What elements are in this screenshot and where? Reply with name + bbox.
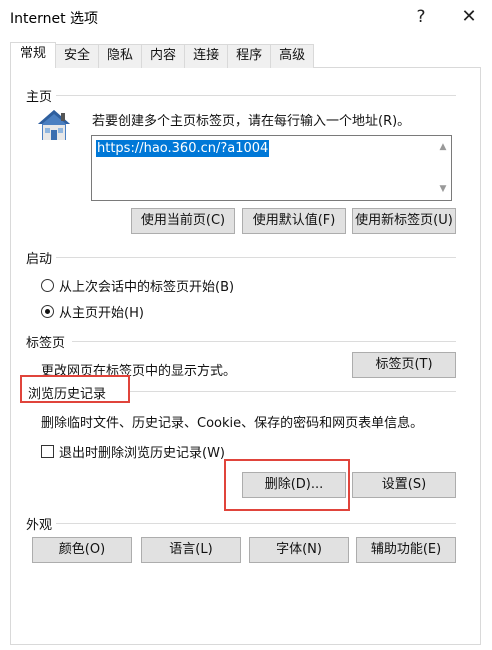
tab-privacy[interactable]: 隐私	[98, 44, 143, 68]
home-description: 若要创建多个主页标签页，请在每行输入一个地址(R)。	[92, 114, 411, 129]
tabs-separator	[72, 341, 456, 342]
window-title: Internet 选项	[10, 11, 99, 27]
use-default-button[interactable]: 使用默认值(F)	[242, 208, 346, 234]
home-separator	[56, 95, 456, 96]
use-new-tab-button[interactable]: 使用新标签页(U)	[352, 208, 456, 234]
history-separator	[128, 391, 456, 392]
tabs-settings-button[interactable]: 标签页(T)	[352, 352, 456, 378]
radio-last-session-label: 从上次会话中的标签页开始(B)	[59, 280, 235, 295]
accessibility-button[interactable]: 辅助功能(E)	[356, 537, 456, 563]
colors-button[interactable]: 颜色(O)	[32, 537, 132, 563]
home-section-label: 主页	[26, 90, 53, 105]
fonts-button[interactable]: 字体(N)	[249, 537, 349, 563]
tab-general[interactable]: 常规	[10, 42, 57, 68]
appearance-separator	[56, 523, 456, 524]
delete-on-exit-checkbox[interactable]	[41, 445, 54, 458]
tab-security[interactable]: 安全	[55, 44, 100, 68]
history-highlight-box	[20, 375, 130, 403]
history-settings-button[interactable]: 设置(S)	[352, 472, 456, 498]
radio-last-session[interactable]	[41, 279, 54, 292]
tab-connections[interactable]: 连接	[184, 44, 229, 68]
tabs-section-label: 标签页	[26, 336, 66, 351]
history-description: 删除临时文件、历史记录、Cookie、保存的密码和网页表单信息。	[41, 416, 424, 431]
help-icon[interactable]: ?	[406, 4, 436, 30]
delete-on-exit-label: 退出时删除浏览历史记录(W)	[59, 446, 225, 461]
title-bar: Internet 选项 ? ✕	[0, 0, 492, 34]
appearance-section-label: 外观	[26, 518, 53, 533]
tab-strip: 常规 安全 隐私 内容 连接 程序 高级	[10, 42, 315, 68]
scroll-down-icon[interactable]: ▼	[438, 184, 448, 194]
radio-start-home[interactable]	[41, 305, 54, 318]
tab-advanced[interactable]: 高级	[270, 44, 315, 68]
radio-start-home-label: 从主页开始(H)	[59, 306, 144, 321]
house-icon	[38, 110, 70, 140]
home-url-value: https://hao.360.cn/?a1004	[96, 140, 270, 157]
startup-section-label: 启动	[26, 252, 53, 267]
tab-content[interactable]: 内容	[141, 44, 186, 68]
scroll-up-icon[interactable]: ▲	[438, 142, 448, 152]
languages-button[interactable]: 语言(L)	[141, 537, 241, 563]
close-icon[interactable]: ✕	[454, 4, 484, 30]
delete-highlight-box	[224, 459, 350, 511]
tab-programs[interactable]: 程序	[227, 44, 272, 68]
use-current-button[interactable]: 使用当前页(C)	[131, 208, 235, 234]
home-url-textarea[interactable]: https://hao.360.cn/?a1004 ▲ ▼	[91, 135, 452, 201]
startup-separator	[56, 257, 456, 258]
